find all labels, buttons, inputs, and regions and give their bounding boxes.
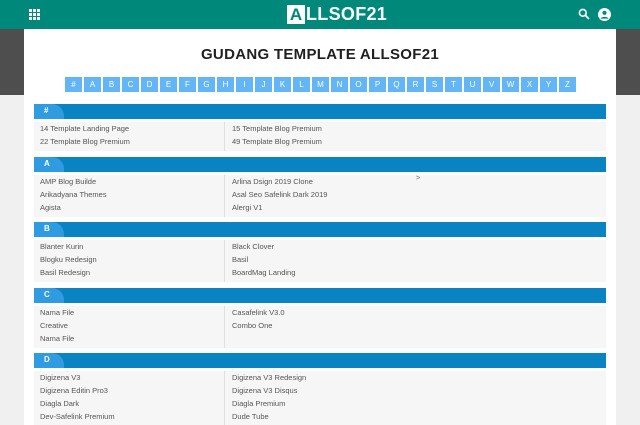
template-link[interactable]: 14 Template Landing Page [40, 122, 224, 135]
section-label: A [44, 159, 50, 168]
template-link[interactable]: Agista [40, 201, 224, 214]
alphabet-button-v[interactable]: V [483, 77, 500, 92]
section-tab [34, 104, 64, 119]
template-link[interactable]: Digizena V3 Disqus [232, 384, 306, 397]
template-link[interactable]: AMP Blog Builde [40, 175, 224, 188]
template-link[interactable]: Blanter Kurin [40, 240, 224, 253]
section-label: C [44, 290, 50, 299]
alphabet-button-h[interactable]: H [217, 77, 234, 92]
account-icon[interactable] [598, 8, 611, 21]
list-column-left: Nama File Creative Nama File [40, 306, 225, 348]
page-title: GUDANG TEMPLATE ALLSOF21 [200, 46, 440, 63]
template-link[interactable]: Dev-Safelink Premium [40, 410, 224, 423]
alphabet-button-d[interactable]: D [141, 77, 158, 92]
alphabet-button-k[interactable]: K [274, 77, 291, 92]
list-column-left: Blanter Kurin Blogku Redesign Basil Redesi… [40, 240, 225, 282]
template-link[interactable]: Digizena V3 Redesign [232, 371, 306, 384]
section-list: Blanter Kurin Blogku Redesign Basil Redesi… [34, 240, 606, 282]
template-link[interactable]: Arikadyana Themes [40, 188, 224, 201]
alphabet-button-r[interactable]: R [407, 77, 424, 92]
alphabet-button-hash[interactable]: # [65, 77, 82, 92]
template-link[interactable]: Blogku Redesign [40, 253, 224, 266]
logo-initial: A [287, 4, 305, 24]
section-header: B [34, 222, 606, 237]
template-link[interactable]: Digizena V3 [40, 371, 224, 384]
alphabet-button-n[interactable]: N [331, 77, 348, 92]
alphabet-button-a[interactable]: A [84, 77, 101, 92]
list-column-left: 14 Template Landing Page 22 Template Blog… [40, 122, 225, 151]
template-section-b: B Blanter Kurin Blogku Redesign Basil Redes… [34, 222, 606, 282]
template-link[interactable]: Creative [40, 319, 224, 332]
alphabet-button-p[interactable]: P [369, 77, 386, 92]
list-column-right: Digizena V3 Redesign Digizena V3 Disqus Di… [232, 371, 306, 425]
list-column-right: Black Clover Basil BoardMag Landing [232, 240, 295, 282]
alphabet-button-y[interactable]: Y [540, 77, 557, 92]
content-card: GUDANG TEMPLATE ALLSOF21 # A B C D E F G H I J K L M N… [24, 29, 616, 425]
list-column-left: Digizena V3 Digizena Editin Pro3 Diagla Da… [40, 371, 225, 425]
alphabet-button-e[interactable]: E [160, 77, 177, 92]
section-header: D [34, 353, 606, 368]
top-app-bar: A LLSOF21 [0, 0, 640, 29]
template-section-hash: #14 Template Landing Page 22 Template Blo… [34, 104, 606, 151]
template-link[interactable]: Nama File [40, 332, 224, 345]
alphabet-button-j[interactable]: J [255, 77, 272, 92]
template-link[interactable]: 49 Template Blog Premium [232, 135, 322, 148]
list-column-right: Casafelink V3.0 Combo One [232, 306, 285, 348]
section-list: Nama File Creative Nama File Casafelink V3.… [34, 306, 606, 348]
template-link[interactable]: Nama File [40, 306, 224, 319]
template-link[interactable]: 15 Template Blog Premium [232, 122, 322, 135]
alphabet-button-b[interactable]: B [103, 77, 120, 92]
alphabet-index: # A B C D E F G H I J K L M N O P Q R S T U V W X Y Z [65, 77, 577, 92]
alphabet-button-c[interactable]: C [122, 77, 139, 92]
section-list: Digizena V3 Digizena Editin Pro3 Diagla Da… [34, 371, 606, 425]
section-header: A [34, 157, 606, 172]
template-link[interactable]: 22 Template Blog Premium [40, 135, 224, 148]
template-section-d: D Digizena V3 Digizena Editin Pro3 Diagla D… [34, 353, 606, 425]
alphabet-button-z[interactable]: Z [559, 77, 576, 92]
alphabet-button-l[interactable]: L [293, 77, 310, 92]
template-link[interactable]: Asal Seo Safelink Dark 2019 [232, 188, 327, 201]
template-link[interactable]: Combo One [232, 319, 285, 332]
template-link[interactable]: Black Clover [232, 240, 295, 253]
section-label: D [44, 355, 50, 364]
template-link[interactable]: Basil Redesign [40, 266, 224, 279]
alphabet-button-t[interactable]: T [445, 77, 462, 92]
section-list: AMP Blog Builde Arikadyana Themes Agista Ar… [34, 175, 606, 217]
section-header: # [34, 104, 606, 119]
template-link[interactable]: Arlina Dsign 2019 Clone [232, 175, 327, 188]
template-link[interactable]: Basil [232, 253, 295, 266]
search-icon[interactable] [578, 8, 590, 20]
site-logo[interactable]: A LLSOF21 [287, 4, 387, 24]
section-header: C [34, 288, 606, 303]
template-link[interactable]: Alergi V1 [232, 201, 327, 214]
list-column-right: Arlina Dsign 2019 Clone Asal Seo Safelink… [232, 175, 327, 217]
stray-glyph: > [416, 175, 421, 182]
section-label: # [44, 106, 49, 115]
alphabet-button-g[interactable]: G [198, 77, 215, 92]
alphabet-button-w[interactable]: W [502, 77, 519, 92]
section-label: B [44, 224, 50, 233]
logo-text: LLSOF21 [306, 3, 388, 24]
template-section-c: C Nama File Creative Nama File Casafelink V3… [34, 288, 606, 348]
template-link[interactable]: Casafelink V3.0 [232, 306, 285, 319]
template-link[interactable]: Dude Tube [232, 410, 306, 423]
section-list: 14 Template Landing Page 22 Template Blog… [34, 122, 606, 151]
template-link[interactable]: BoardMag Landing [232, 266, 295, 279]
template-link[interactable]: Diagla Dark [40, 397, 224, 410]
template-section-a: A AMP Blog Builde Arikadyana Themes Agista A… [34, 157, 606, 217]
alphabet-button-u[interactable]: U [464, 77, 481, 92]
list-column-right: 15 Template Blog Premium 49 Template Blog… [232, 122, 322, 151]
alphabet-button-i[interactable]: I [236, 77, 253, 92]
apps-grid-icon[interactable] [29, 9, 40, 20]
alphabet-button-f[interactable]: F [179, 77, 196, 92]
list-column-left: AMP Blog Builde Arikadyana Themes Agista [40, 175, 225, 217]
alphabet-button-s[interactable]: S [426, 77, 443, 92]
alphabet-button-q[interactable]: Q [388, 77, 405, 92]
template-link[interactable]: Diagla Premium [232, 397, 306, 410]
template-link[interactable]: Digizena Editin Pro3 [40, 384, 224, 397]
alphabet-button-m[interactable]: M [312, 77, 329, 92]
alphabet-button-x[interactable]: X [521, 77, 538, 92]
alphabet-button-o[interactable]: O [350, 77, 367, 92]
